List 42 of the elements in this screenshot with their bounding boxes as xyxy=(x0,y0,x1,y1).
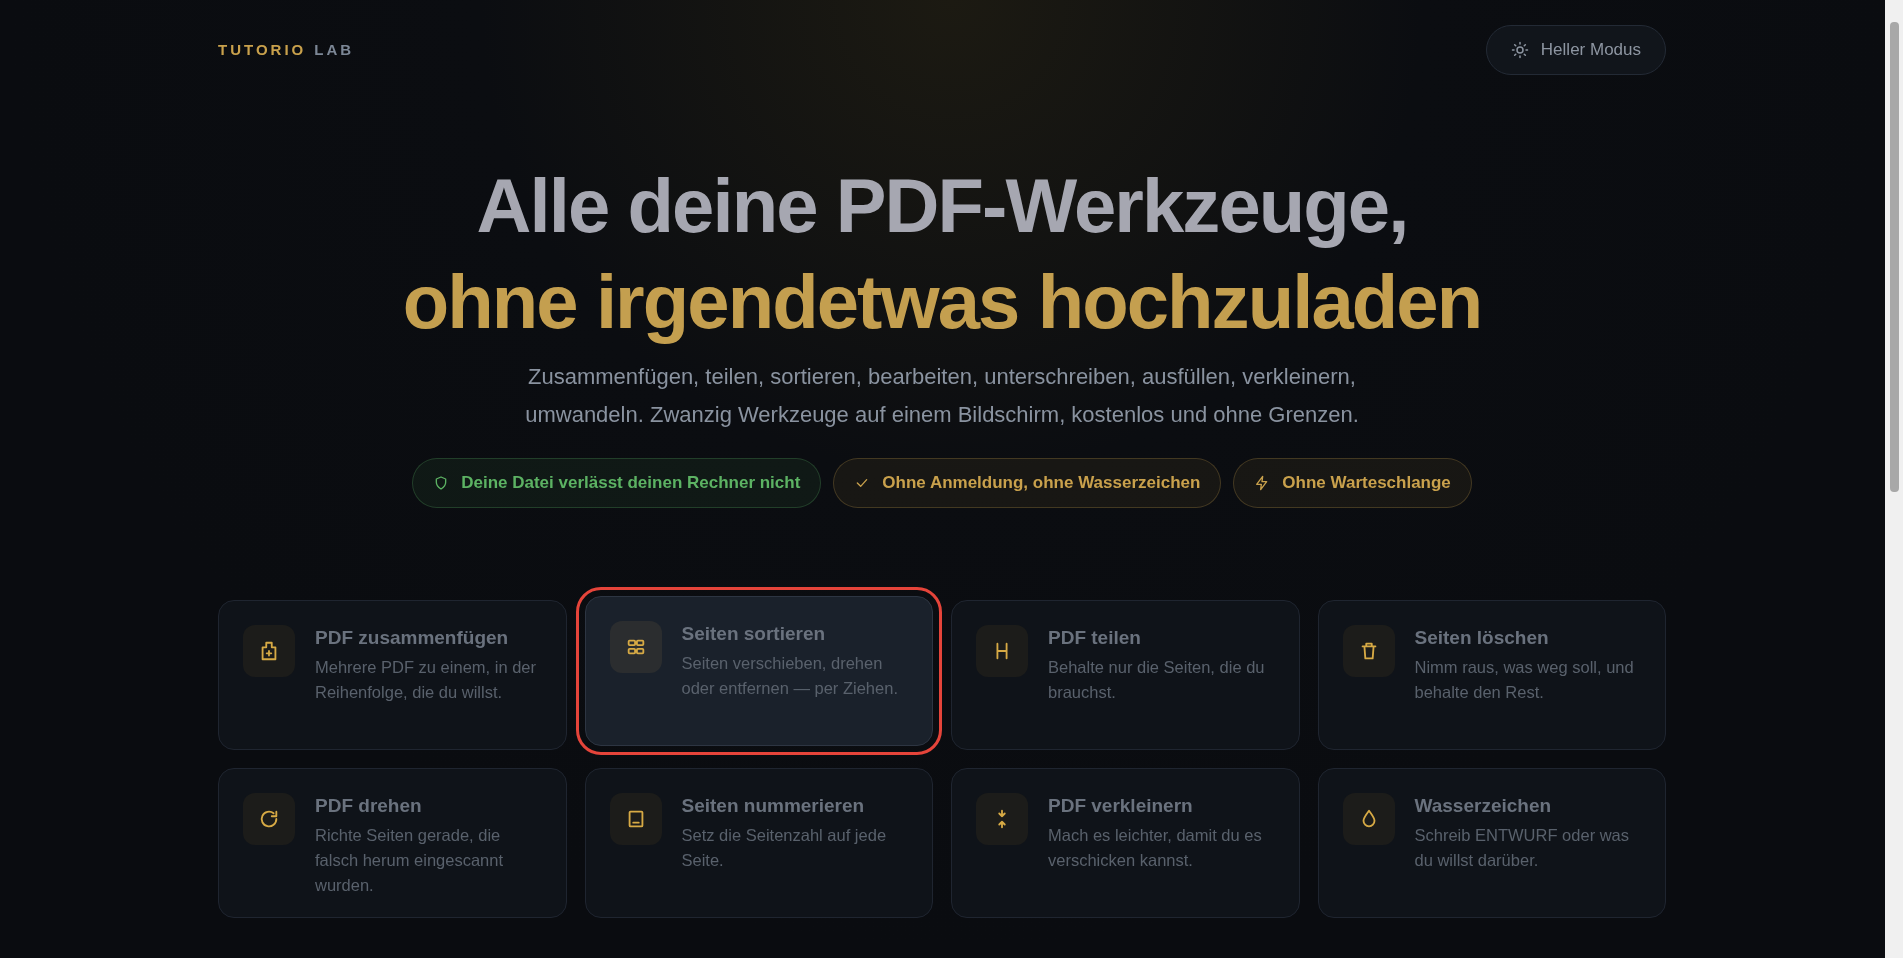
tool-description: Mach es leichter, damit du es verschicken kannst. xyxy=(1048,825,1263,871)
tool-card[interactable]: PDF teilen Behalte nur die Seiten, die du brauchst. xyxy=(951,600,1300,750)
sun-icon xyxy=(1510,41,1529,59)
tool-title: PDF verkleinern xyxy=(1048,794,1194,818)
split-icon xyxy=(976,625,1028,677)
tool-card[interactable]: PDF drehen Richte Seiten gerade, die falsch herum eingescannt wurden. xyxy=(218,768,567,918)
logo-text: TUTORIO xyxy=(218,39,307,60)
rotate-icon xyxy=(243,793,295,845)
tool-description: Schreib ENTWURF oder was du willst darüber. xyxy=(1414,825,1631,871)
tool-description: Setz die Seitenzahl auf jede Seite. xyxy=(681,825,888,871)
tool-title: PDF zusammenfügen xyxy=(315,626,510,650)
tool-description: Behalte nur die Seiten, die du brauchst. xyxy=(1048,657,1266,703)
trash-icon xyxy=(1342,625,1395,677)
page-number-icon xyxy=(609,793,662,845)
tool-title: Wasserzeichen xyxy=(1414,794,1553,818)
tool-description: Nimm raus, was weg soll, und behalte den Rest. xyxy=(1414,657,1635,703)
tool-card[interactable]: Wasserzeichen Schreib ENTWURF oder was du willst darüber. xyxy=(1317,768,1666,918)
tool-title: Seiten sortieren xyxy=(681,622,827,646)
tool-card[interactable]: Seiten löschen Nimm raus, was weg soll, und behalte den Rest. xyxy=(1317,600,1666,750)
tool-title: PDF drehen xyxy=(315,794,423,818)
feature-badge: Ohne Anmeldung, ohne Wasserzeichen xyxy=(833,458,1222,508)
scrollbar[interactable] xyxy=(1885,0,1903,958)
hero-subtitle: Zusammenfügen, teilen, sortieren, bearbeiten, unterschreiben, ausfüllen, verkleinern, umwandeln. Zwanzig Werkzeuge auf einem Bildschirm, kostenlos und ohne Grenzen. xyxy=(524,363,1360,429)
theme-toggle-button[interactable]: Heller Modus xyxy=(1485,25,1666,75)
droplet-icon xyxy=(1342,793,1395,845)
tool-card[interactable]: PDF verkleinern Mach es leichter, damit du es verschicken kannst. xyxy=(951,768,1300,918)
tool-title: PDF teilen xyxy=(1048,626,1142,650)
hero-title: Alle deine PDF-Werkzeuge, xyxy=(476,162,1408,250)
hero-title: ohne irgendetwas hochzuladen xyxy=(402,258,1482,346)
file-plus-icon xyxy=(243,625,295,677)
tool-card[interactable]: PDF zusammenfügen Mehrere PDF zu einem, in der Reihenfolge, die du willst. xyxy=(218,600,567,750)
tool-description: Mehrere PDF zu einem, in der Reihenfolge, die du willst. xyxy=(315,657,537,703)
tool-description: Seiten verschieben, drehen oder entfernen — per Ziehen. xyxy=(681,653,899,699)
logo-text: LAB xyxy=(314,39,355,60)
tool-card[interactable]: Seiten nummerieren Setz die Seitenzahl auf jede Seite. xyxy=(584,768,933,918)
feature-badge: Ohne Warteschlange xyxy=(1233,458,1472,508)
compress-icon xyxy=(976,793,1028,845)
feature-badge: Deine Datei verlässt deinen Rechner nicht xyxy=(412,458,822,508)
tool-description: Richte Seiten gerade, die falsch herum eingescannt wurden. xyxy=(315,825,505,896)
tool-title: Seiten löschen xyxy=(1414,626,1550,650)
grid-icon xyxy=(609,621,662,673)
tool-title: Seiten nummerieren xyxy=(681,794,866,818)
